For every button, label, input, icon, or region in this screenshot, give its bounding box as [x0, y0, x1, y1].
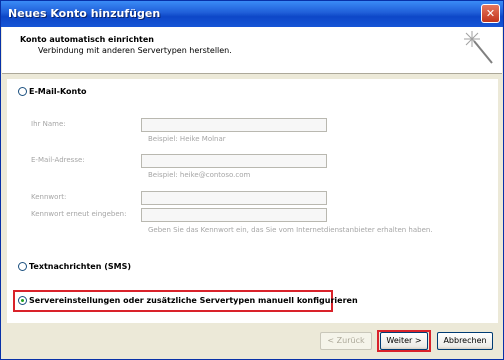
email-account-radio[interactable]	[18, 87, 27, 96]
email-address-hint: Beispiel: heike@contoso.com	[148, 171, 251, 179]
manual-config-label[interactable]: Servereinstellungen oder zusätzliche Ser…	[29, 296, 358, 305]
name-hint: Beispiel: Heike Molnar	[148, 135, 226, 143]
wand-icon	[464, 31, 493, 64]
password-repeat-field[interactable]	[141, 208, 327, 222]
content-panel: E-Mail-Konto Ihr Name: Beispiel: Heike M…	[7, 79, 498, 323]
close-button[interactable]: ✕	[481, 4, 500, 23]
title-bar: Neues Konto hinzufügen ✕	[1, 1, 503, 27]
name-label: Ihr Name:	[31, 120, 66, 128]
wizard-header: Konto automatisch einrichten Verbindung …	[2, 27, 502, 74]
manual-config-radio[interactable]	[18, 296, 27, 305]
email-address-field[interactable]	[141, 154, 327, 168]
next-button[interactable]: Weiter >	[380, 332, 428, 350]
cancel-button[interactable]: Abbrechen	[437, 332, 493, 350]
password-label: Kennwort:	[31, 193, 67, 201]
back-button[interactable]: < Zurück	[320, 332, 372, 350]
password-repeat-label: Kennwort erneut eingeben:	[31, 210, 127, 218]
password-field[interactable]	[141, 191, 327, 205]
email-address-label: E-Mail-Adresse:	[31, 156, 85, 164]
header-subtitle: Verbindung mit anderen Servertypen herst…	[38, 46, 232, 55]
password-hint: Geben Sie das Kennwort ein, das Sie vom …	[148, 226, 433, 234]
name-field[interactable]	[141, 118, 327, 132]
header-title: Konto automatisch einrichten	[20, 35, 154, 44]
window-title: Neues Konto hinzufügen	[8, 7, 161, 20]
sms-radio[interactable]	[18, 262, 27, 271]
email-account-label[interactable]: E-Mail-Konto	[29, 87, 87, 96]
add-account-dialog: Neues Konto hinzufügen ✕ Konto automatis…	[0, 0, 504, 360]
sms-label[interactable]: Textnachrichten (SMS)	[29, 262, 131, 271]
